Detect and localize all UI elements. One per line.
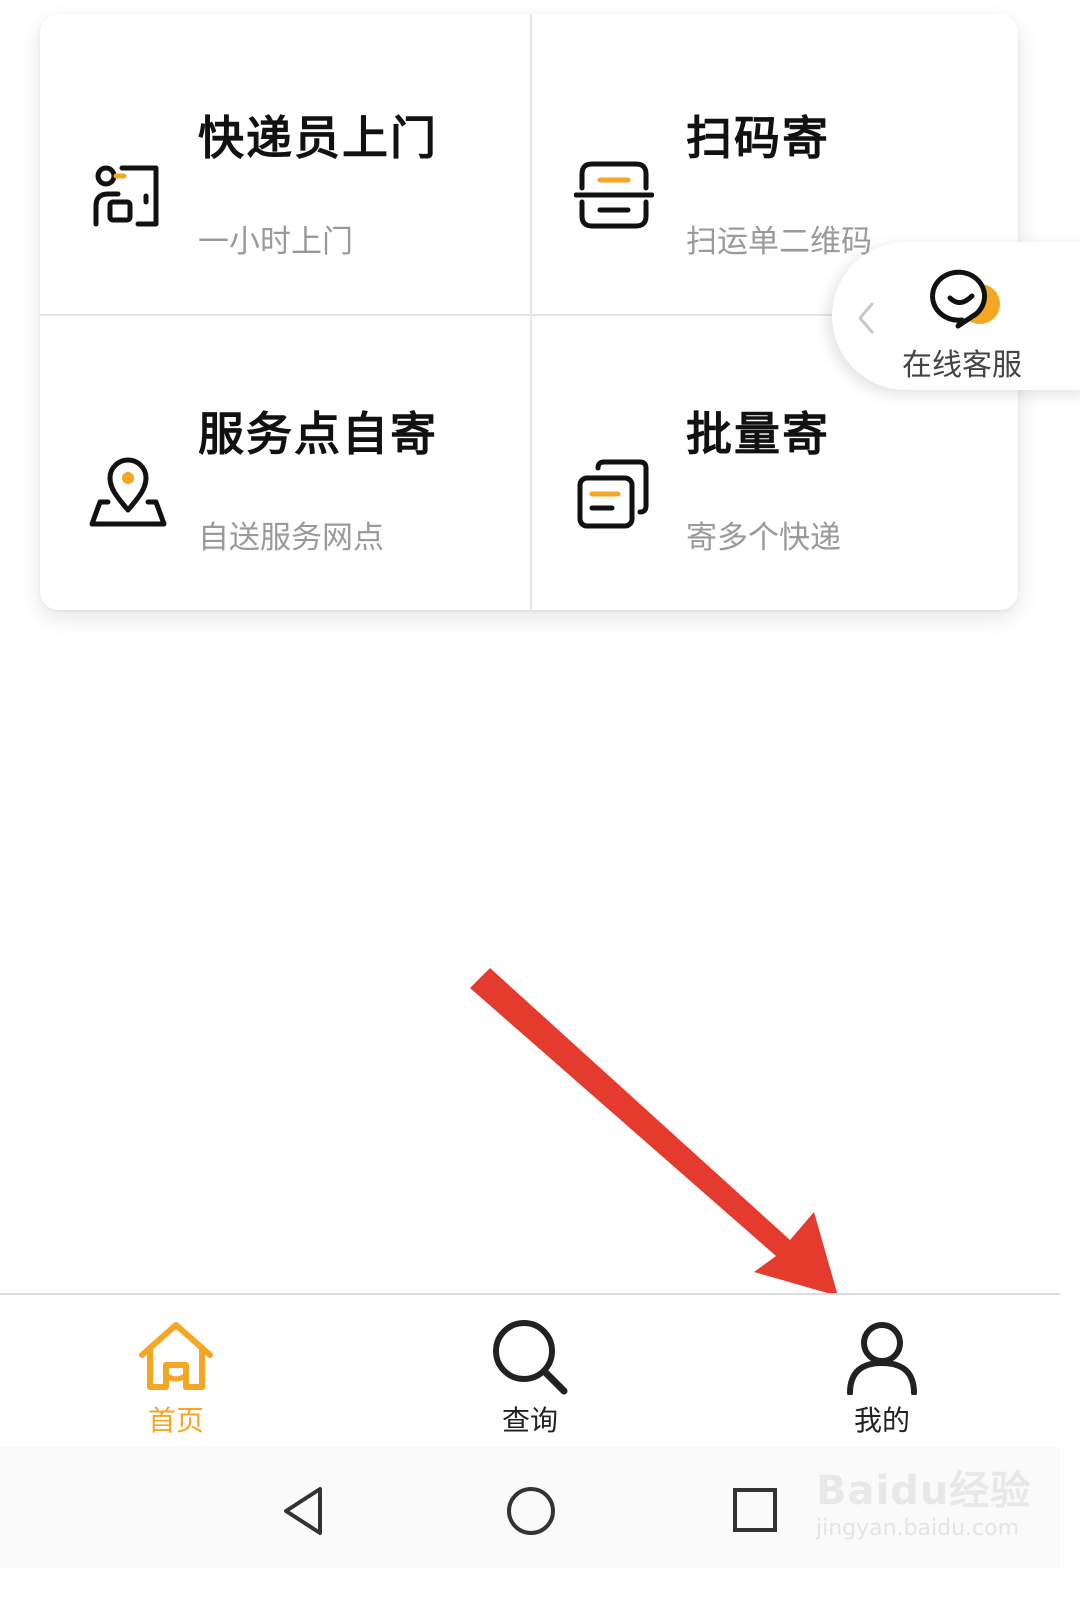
chat-bubble-icon	[930, 269, 1000, 329]
watermark-url: jingyan.baidu.com	[816, 1516, 1020, 1541]
back-triangle-icon[interactable]	[280, 1485, 326, 1537]
tile-title: 快递员上门	[198, 111, 438, 165]
tile-title: 服务点自寄	[198, 407, 438, 461]
tab-label: 查询	[501, 1404, 558, 1437]
location-pin-icon	[89, 457, 167, 527]
tab-query[interactable]: 查询	[430, 1295, 630, 1447]
tab-home[interactable]: 首页	[76, 1295, 276, 1447]
tile-title: 批量寄	[686, 407, 830, 461]
tab-label: 首页	[147, 1404, 204, 1437]
home-circle-icon[interactable]	[505, 1485, 557, 1537]
scan-code-icon	[574, 161, 654, 229]
stacked-documents-icon	[577, 459, 649, 529]
tab-label: 我的	[853, 1404, 910, 1437]
chevron-left-icon	[858, 302, 874, 334]
service-courier-pickup[interactable]: 快递员上门 一小时上门	[40, 14, 530, 314]
courier-door-icon	[93, 165, 159, 227]
search-icon	[493, 1320, 568, 1395]
tile-subtitle: 寄多个快递	[686, 520, 841, 556]
tile-subtitle: 扫运单二维码	[686, 224, 872, 260]
person-icon	[847, 1322, 917, 1395]
customer-service-label: 在线客服	[902, 348, 1022, 383]
recents-square-icon[interactable]	[732, 1487, 778, 1533]
watermark-logo: Baidu经验	[816, 1468, 1032, 1514]
tile-subtitle: 一小时上门	[198, 224, 353, 260]
tab-mine[interactable]: 我的	[782, 1295, 982, 1447]
watermark: Baidu经验 jingyan.baidu.com	[812, 1458, 1052, 1558]
online-customer-service-button[interactable]: 在线客服	[832, 242, 1080, 390]
home-icon	[139, 1322, 213, 1390]
service-self-drop-off[interactable]: 服务点自寄 自送服务网点	[40, 316, 530, 610]
bottom-tab-bar: 首页 查询 我的	[0, 1293, 1060, 1447]
tile-title: 扫码寄	[686, 111, 830, 165]
tile-subtitle: 自送服务网点	[198, 520, 384, 556]
